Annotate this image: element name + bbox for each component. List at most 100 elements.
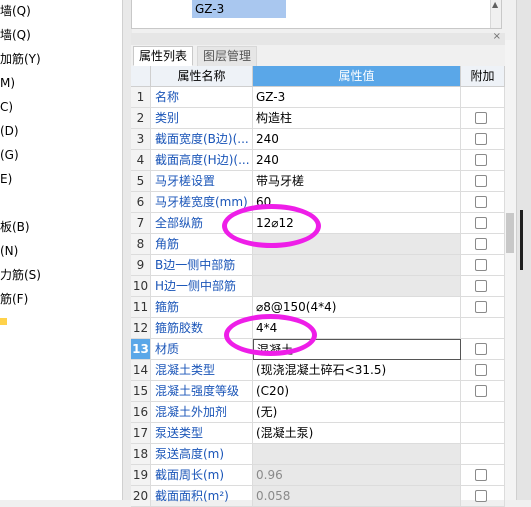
property-value[interactable]: (现浇混凝土碎石<31.5)	[253, 360, 461, 381]
row-number: 8	[131, 234, 151, 255]
list-scrollbar[interactable]: ▲	[490, 0, 501, 28]
tree-item[interactable]: (D)	[0, 121, 19, 141]
annotation-ellipse	[222, 204, 321, 248]
table-row[interactable]: 1 名称 GZ-3	[131, 87, 505, 108]
property-extra	[461, 318, 505, 339]
property-extra	[461, 108, 505, 129]
tab-properties[interactable]: 属性列表	[133, 46, 194, 66]
selected-component[interactable]: GZ-3	[192, 0, 286, 18]
table-row[interactable]: 5 马牙槎设置 带马牙槎	[131, 171, 505, 192]
property-name: 混凝土外加剂	[151, 402, 253, 423]
row-number: 15	[131, 381, 151, 402]
property-name: B边一侧中部筋	[151, 255, 253, 276]
property-name: 截面宽度(B边)(...	[151, 129, 253, 150]
tree-item[interactable]: (N)	[0, 241, 18, 261]
attach-checkbox[interactable]	[475, 385, 487, 397]
row-number: 1	[131, 87, 151, 108]
table-row[interactable]: 15 混凝土强度等级 (C20)	[131, 381, 505, 402]
attach-checkbox[interactable]	[475, 175, 487, 187]
tree-item[interactable]: 筋(F)	[0, 289, 28, 309]
attach-checkbox[interactable]	[475, 238, 487, 250]
property-extra	[461, 444, 505, 465]
table-row[interactable]: 9 B边一侧中部筋	[131, 255, 505, 276]
header-value: 属性值	[253, 66, 461, 87]
table-row[interactable]: 19 截面周长(m) 0.96	[131, 465, 505, 486]
attach-checkbox[interactable]	[475, 280, 487, 292]
table-row[interactable]: 6 马牙槎宽度(mm) 60	[131, 192, 505, 213]
row-number: 6	[131, 192, 151, 213]
close-icon[interactable]: ×	[493, 31, 501, 42]
table-row[interactable]: 14 混凝土类型 (现浇混凝土碎石<31.5)	[131, 360, 505, 381]
table-row[interactable]: 10 H边一侧中部筋	[131, 276, 505, 297]
tree-item[interactable]: (G)	[0, 145, 19, 165]
property-value[interactable]: 构造柱	[253, 108, 461, 129]
attach-checkbox[interactable]	[475, 301, 487, 313]
table-row[interactable]: 8 角筋	[131, 234, 505, 255]
triangle-up-icon[interactable]: ▲	[492, 0, 498, 9]
attach-checkbox[interactable]	[475, 343, 487, 355]
row-number: 12	[131, 318, 151, 339]
attach-checkbox[interactable]	[475, 469, 487, 481]
tree-item[interactable]: 墙(Q)	[0, 25, 31, 45]
tree-item[interactable]: 板(B)	[0, 217, 30, 237]
table-row[interactable]: 17 泵送类型 (混凝土泵)	[131, 423, 505, 444]
tree-item[interactable]: 墙(Q)	[0, 1, 31, 21]
attach-checkbox[interactable]	[475, 133, 487, 145]
tree-item[interactable]: M)	[0, 73, 15, 93]
property-name: 混凝土类型	[151, 360, 253, 381]
table-row[interactable]: 3 截面宽度(B边)(... 240	[131, 129, 505, 150]
attach-checkbox[interactable]	[475, 196, 487, 208]
tree-item[interactable]: E)	[0, 169, 12, 189]
property-name: H边一侧中部筋	[151, 276, 253, 297]
property-name: 截面高度(H边)(...	[151, 150, 253, 171]
tab-layers[interactable]: 图层管理	[197, 46, 258, 66]
table-row[interactable]: 13 材质 混凝土	[131, 339, 505, 360]
table-row[interactable]: 11 箍筋 ⌀8@150(4*4)	[131, 297, 505, 318]
splitter-handle[interactable]	[520, 210, 523, 270]
property-extra	[461, 87, 505, 108]
table-row[interactable]: 4 截面高度(H边)(... 240	[131, 150, 505, 171]
table-row[interactable]: 20 截面面积(m²) 0.058	[131, 486, 505, 507]
table-row[interactable]: 12 箍筋胶数 4*4	[131, 318, 505, 339]
property-value[interactable]: (无)	[253, 402, 461, 423]
row-number: 4	[131, 150, 151, 171]
attach-checkbox[interactable]	[475, 217, 487, 229]
property-value[interactable]: 240	[253, 129, 461, 150]
table-row[interactable]: 18 泵送高度(m)	[131, 444, 505, 465]
row-number: 20	[131, 486, 151, 507]
property-name: 马牙槎设置	[151, 171, 253, 192]
property-value[interactable]: (混凝土泵)	[253, 423, 461, 444]
scroll-thumb[interactable]	[506, 213, 514, 253]
tree-item[interactable]: 力筋(S)	[0, 265, 41, 285]
grid-scrollbar[interactable]	[505, 40, 516, 500]
tree-item[interactable]: 加筋(Y)	[0, 49, 41, 69]
property-name: 混凝土强度等级	[151, 381, 253, 402]
attach-checkbox[interactable]	[475, 259, 487, 271]
annotation-ellipse	[224, 314, 317, 356]
table-row[interactable]: 2 类别 构造柱	[131, 108, 505, 129]
property-name: 截面面积(m²)	[151, 486, 253, 507]
property-value[interactable]	[253, 276, 461, 297]
property-extra	[461, 423, 505, 444]
property-value[interactable]: 0.058	[253, 486, 461, 507]
row-number: 17	[131, 423, 151, 444]
property-value[interactable]: 0.96	[253, 465, 461, 486]
row-number: 3	[131, 129, 151, 150]
table-row[interactable]: 16 混凝土外加剂 (无)	[131, 402, 505, 423]
header-name: 属性名称	[151, 66, 253, 87]
property-value[interactable]: 带马牙槎	[253, 171, 461, 192]
property-value[interactable]: GZ-3	[253, 87, 461, 108]
attach-checkbox[interactable]	[475, 154, 487, 166]
property-value[interactable]: 240	[253, 150, 461, 171]
attach-checkbox[interactable]	[475, 490, 487, 502]
tree-item[interactable]: C)	[0, 97, 13, 117]
attach-checkbox[interactable]	[475, 364, 487, 376]
property-grid: 属性名称 属性值 附加 1 名称 GZ-3 2 类别 构造柱 3 截面宽度(B边)(... 24…	[131, 66, 505, 507]
property-extra	[461, 297, 505, 318]
attach-checkbox[interactable]	[475, 112, 487, 124]
property-value[interactable]	[253, 255, 461, 276]
property-name: 截面周长(m)	[151, 465, 253, 486]
property-value[interactable]: (C20)	[253, 381, 461, 402]
property-value[interactable]	[253, 444, 461, 465]
header-extra: 附加	[461, 66, 505, 87]
